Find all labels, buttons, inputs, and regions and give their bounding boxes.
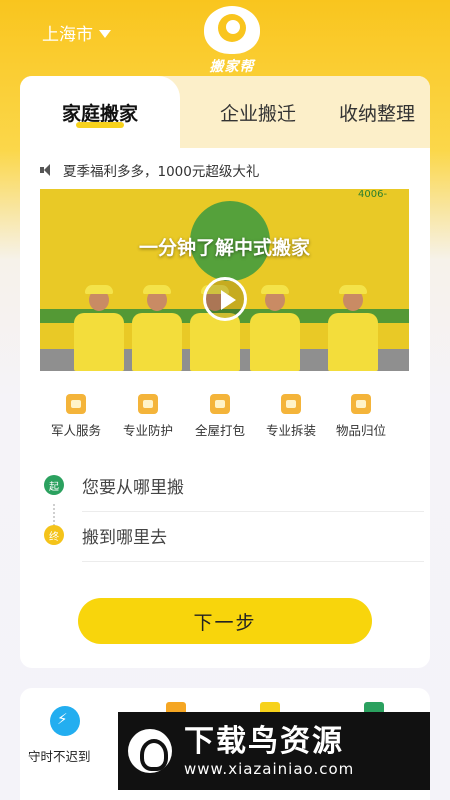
booking-card: 企业搬迁 收纳整理 家庭搬家 夏季福利多多，1000元超级大礼 4006- 一分… (20, 76, 430, 668)
play-icon[interactable] (203, 277, 247, 321)
soldier-icon (66, 394, 86, 414)
video-banner[interactable]: 4006- 一分钟了解中式搬家 (40, 189, 409, 371)
destination-address-field[interactable]: 终 搬到哪里去 (44, 510, 410, 560)
app-logo: 搬家帮 (196, 6, 268, 75)
watermark-overlay: 下载鸟资源 www.xiazainiao.com (118, 712, 430, 790)
tab-enterprise-move[interactable]: 企业搬迁 (198, 76, 318, 148)
top-bar: 上海市 搬家帮 (0, 0, 450, 80)
box-icon (351, 394, 371, 414)
elephant-logo-icon (204, 6, 260, 54)
origin-placeholder: 您要从哪里搬 (82, 477, 184, 498)
feature-label: 军人服务 (50, 423, 101, 438)
service-tabs: 企业搬迁 收纳整理 家庭搬家 (20, 76, 430, 148)
promo-notice-text: 夏季福利多多，1000元超级大礼 (63, 164, 260, 180)
banner-title: 一分钟了解中式搬家 (138, 237, 310, 259)
feature-label: 物品归位 (335, 423, 386, 438)
service-features: 军人服务 专业防护 全屋打包 专业拆装 物品归位 (20, 394, 430, 444)
mover-figure (74, 285, 124, 371)
truck-phone-text: 4006- (358, 189, 388, 200)
lightning-icon (50, 706, 80, 736)
feature-protection[interactable]: 专业防护 (108, 394, 188, 439)
mover-figure (328, 285, 378, 371)
feature-disassembly[interactable]: 专业拆装 (251, 394, 331, 439)
feature-label: 全屋打包 (194, 423, 245, 438)
origin-address-field[interactable]: 起 您要从哪里搬 (44, 460, 410, 510)
speaker-icon (40, 164, 54, 176)
feature-packing[interactable]: 全屋打包 (180, 394, 260, 439)
end-marker-icon: 终 (44, 525, 64, 545)
feature-label: 专业拆装 (265, 423, 316, 438)
active-tab-indicator (76, 122, 124, 128)
feature-soldier-service[interactable]: 军人服务 (36, 394, 116, 439)
watermark-url: www.xiazainiao.com (184, 760, 355, 778)
logo-text: 搬家帮 (209, 59, 255, 75)
watermark-logo-icon (128, 729, 172, 773)
toolbox-icon (281, 394, 301, 414)
start-marker-icon: 起 (44, 475, 64, 495)
caret-down-icon (99, 29, 111, 38)
destination-placeholder: 搬到哪里去 (82, 527, 167, 548)
shield-icon (138, 394, 158, 414)
watermark-brand: 下载鸟资源 (184, 724, 344, 759)
package-icon (210, 394, 230, 414)
feature-label: 专业防护 (122, 423, 173, 438)
mover-figure (132, 285, 182, 371)
mover-figure (250, 285, 300, 371)
feature-restore[interactable]: 物品归位 (321, 394, 401, 439)
promo-notice[interactable]: 夏季福利多多，1000元超级大礼 (40, 160, 259, 180)
next-step-button[interactable]: 下一步 (78, 598, 372, 644)
tab-home-move[interactable]: 家庭搬家 (20, 76, 180, 148)
tab-organizing[interactable]: 收纳整理 (324, 76, 430, 148)
city-label: 上海市 (42, 25, 93, 45)
city-selector[interactable]: 上海市 (42, 20, 111, 45)
promise-label: 守时不迟到 (28, 749, 91, 764)
divider (82, 561, 424, 562)
